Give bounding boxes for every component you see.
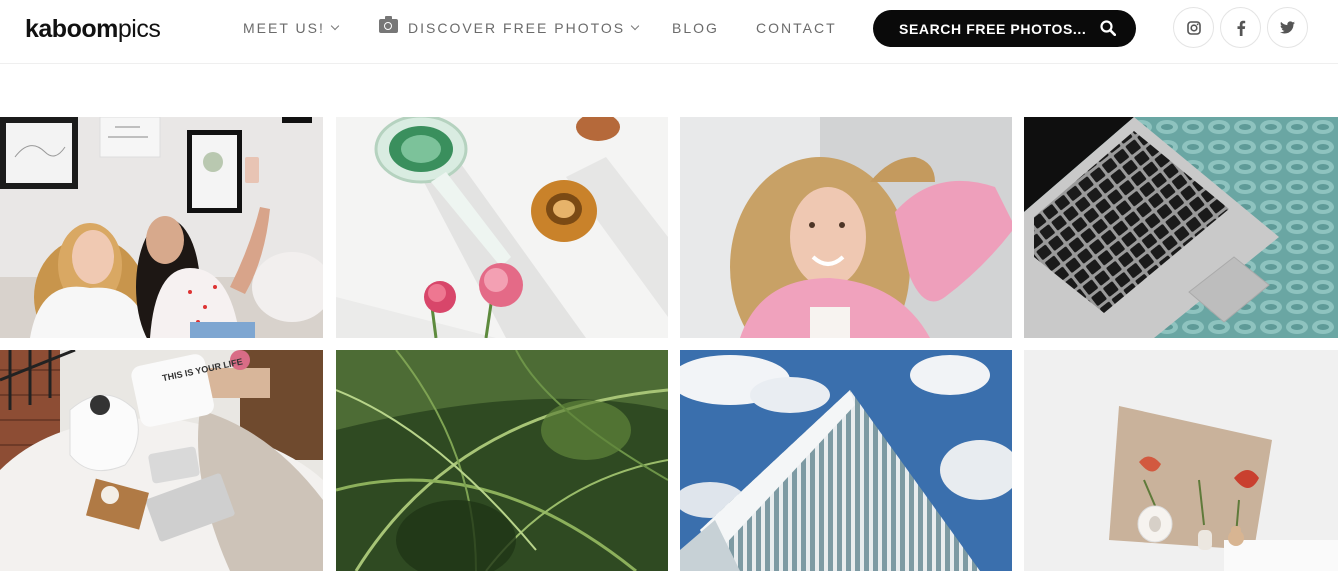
nav-meet-us-label: MEET US!	[243, 20, 325, 36]
photo-glasses-and-carnations[interactable]	[336, 117, 668, 338]
photo-palm-leaves[interactable]	[336, 350, 668, 571]
chevron-down-icon	[630, 21, 640, 31]
logo-bold: kaboom	[25, 15, 118, 43]
logo[interactable]: kaboompics	[25, 12, 161, 46]
photo-image	[336, 117, 668, 338]
photo-vases-with-anthurium[interactable]	[1024, 350, 1338, 571]
photo-image	[680, 350, 1012, 571]
photo-image	[1024, 350, 1338, 571]
photo-building-and-sky[interactable]	[680, 350, 1012, 571]
photo-smiling-blonde-woman[interactable]	[680, 117, 1012, 338]
twitter-button[interactable]	[1267, 7, 1308, 48]
photo-image	[0, 117, 323, 338]
camera-icon	[379, 15, 398, 33]
twitter-icon	[1280, 21, 1295, 34]
nav-blog-label: BLOG	[672, 20, 719, 36]
photo-image	[680, 117, 1012, 338]
instagram-button[interactable]	[1173, 7, 1214, 48]
photo-image: THIS IS YOUR LIFE	[0, 350, 323, 571]
nav-discover-label: DISCOVER FREE PHOTOS	[408, 20, 626, 36]
search-button[interactable]: SEARCH FREE PHOTOS...	[873, 10, 1136, 47]
nav-contact-label: CONTACT	[756, 20, 837, 36]
facebook-button[interactable]	[1220, 7, 1261, 48]
nav-meet-us[interactable]: MEET US!	[243, 18, 340, 38]
nav-blog[interactable]: BLOG	[672, 18, 719, 38]
logo-light: pics	[117, 15, 161, 43]
photo-bed-with-laptop[interactable]: THIS IS YOUR LIFE	[0, 350, 323, 571]
photo-laptop-on-knitted-mat[interactable]	[1024, 117, 1338, 338]
photo-two-girls-selfie[interactable]	[0, 117, 323, 338]
photo-image	[336, 350, 668, 571]
search-icon	[1100, 20, 1116, 36]
nav-discover[interactable]: DISCOVER FREE PHOTOS	[379, 15, 640, 38]
nav-contact[interactable]: CONTACT	[756, 18, 837, 38]
site-header: kaboompics MEET US! DISCOVER FREE PHOTOS…	[0, 0, 1338, 64]
facebook-icon	[1237, 20, 1245, 36]
photo-image	[1024, 117, 1338, 338]
search-label: SEARCH FREE PHOTOS...	[899, 20, 1087, 37]
instagram-icon	[1186, 20, 1201, 35]
chevron-down-icon	[330, 21, 340, 31]
